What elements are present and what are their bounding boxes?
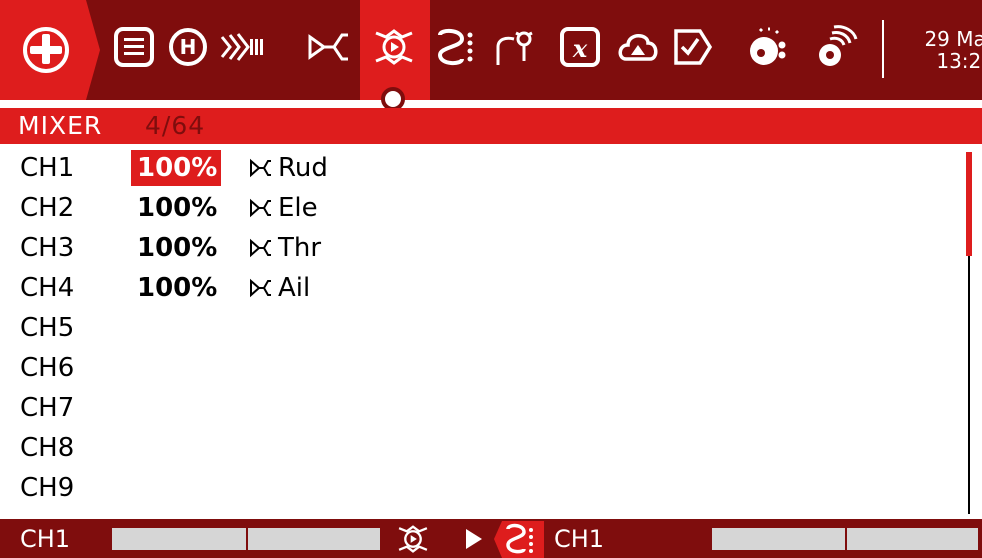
outputs-icon[interactable] — [434, 20, 482, 74]
channel-label: CH4 — [20, 273, 75, 303]
top-toolbar: H x 29 Mar 13:29 — [0, 0, 982, 100]
mix-source: Thr — [250, 233, 321, 263]
datetime: 29 Mar 13:29 — [894, 28, 982, 72]
mixer-icon — [398, 525, 428, 553]
svg-text:x: x — [572, 34, 588, 63]
channel-label: CH2 — [20, 193, 75, 223]
input-icon — [250, 278, 271, 298]
mix-source: Ail — [250, 273, 310, 303]
mixer-icon[interactable] — [370, 20, 418, 74]
input-icon — [250, 158, 271, 178]
channel-label: CH9 — [20, 473, 75, 503]
logical-switches-icon[interactable]: x — [556, 20, 604, 74]
special-functions-icon[interactable] — [614, 20, 662, 74]
inputs-icon[interactable] — [304, 20, 352, 74]
mix-source-name: Rud — [278, 153, 328, 183]
mixer-row-ch8[interactable]: CH8 — [0, 430, 960, 470]
flight-modes-icon[interactable] — [218, 20, 266, 74]
outputs-tab-icon — [494, 521, 544, 558]
mix-weight[interactable]: 100% — [131, 270, 221, 306]
channel-label: CH8 — [20, 433, 75, 463]
input-icon — [250, 198, 271, 218]
svg-text:H: H — [180, 35, 197, 59]
display-icon[interactable] — [744, 20, 792, 74]
mixer-row-ch9[interactable]: CH9 — [0, 470, 960, 510]
bar-center-mark — [845, 528, 847, 550]
mixer-row-ch4[interactable]: CH4 100% Ail — [0, 270, 960, 310]
heli-icon[interactable]: H — [164, 20, 212, 74]
model-setup-icon[interactable] — [110, 20, 158, 74]
input-icon — [250, 238, 271, 258]
mix-source: Rud — [250, 153, 328, 183]
mix-source: Ele — [250, 193, 318, 223]
channel-label: CH3 — [20, 233, 75, 263]
channel-label: CH7 — [20, 393, 75, 423]
channel-label: CH5 — [20, 313, 75, 343]
mixer-row-ch1[interactable]: CH1 100% Rud — [0, 150, 960, 190]
channel-label: CH6 — [20, 353, 75, 383]
mix-source-name: Ail — [278, 273, 311, 303]
mixer-row-ch3[interactable]: CH3 100% Thr — [0, 230, 960, 270]
mixer-count: 4/64 — [145, 111, 206, 140]
time-label: 13:29 — [936, 49, 982, 73]
mixer-row-ch6[interactable]: CH6 — [0, 350, 960, 390]
date-label: 29 Mar — [924, 27, 982, 51]
page-title: MIXER — [18, 111, 103, 140]
datetime-separator — [882, 20, 884, 78]
mix-weight[interactable]: 100% — [131, 230, 221, 266]
mix-source-name: Thr — [278, 233, 322, 263]
bottom-right-channel: CH1 — [554, 525, 605, 553]
arrow-right-icon — [466, 529, 482, 549]
bottom-channel-bar: CH1 CH1 — [0, 519, 982, 558]
telemetry-icon[interactable] — [668, 20, 716, 74]
scrollbar-thumb[interactable] — [966, 152, 972, 256]
home-tab[interactable] — [0, 0, 100, 100]
bottom-left-channel: CH1 — [20, 525, 71, 553]
curves-icon[interactable] — [492, 20, 540, 74]
mixer-row-ch5[interactable]: CH5 — [0, 310, 960, 350]
mixer-row-ch2[interactable]: CH2 100% Ele — [0, 190, 960, 230]
bar-center-mark — [246, 528, 248, 550]
mix-source-name: Ele — [278, 193, 318, 223]
mix-output-bar — [112, 528, 380, 550]
mixer-row-ch7[interactable]: CH7 — [0, 390, 960, 430]
mix-weight[interactable]: 100% — [131, 190, 221, 226]
radio-setup-icon[interactable] — [810, 20, 858, 74]
page-title-bar: MIXER 4/64 — [0, 108, 982, 144]
mix-weight[interactable]: 100% — [131, 150, 221, 186]
channel-output-bar — [712, 528, 978, 550]
channel-label: CH1 — [20, 153, 75, 183]
